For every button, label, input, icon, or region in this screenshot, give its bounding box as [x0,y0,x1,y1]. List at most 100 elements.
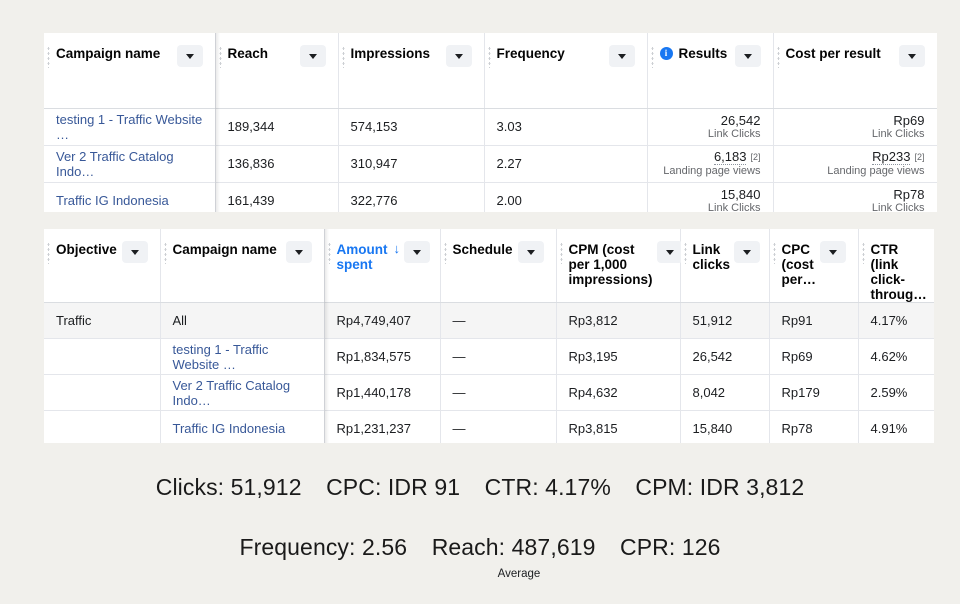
cell-campaign-name[interactable]: Ver 2 Traffic Catalog Indo… [44,145,216,183]
campaign-link[interactable]: Ver 2 Traffic Catalog Indo… [56,149,174,179]
column-header-label: Schedule [452,242,513,257]
column-menu-button[interactable] [734,241,761,263]
results-label: Landing page views [663,165,761,177]
campaign-performance-grid: Campaign name Reach Impressions Frequenc… [44,33,937,212]
cell-results: 6,183 [2] Landing page views [647,145,774,183]
drag-grip-icon[interactable] [341,46,345,68]
campaign-link[interactable]: Traffic IG Indonesia [173,421,286,436]
column-header-cpm[interactable]: CPM (cost per 1,000 impressions) [556,229,683,303]
column-menu-button[interactable] [734,45,761,67]
cost-per-result-label: Link Clicks [871,127,925,140]
drag-grip-icon[interactable] [861,242,865,264]
column-menu-button[interactable] [285,241,312,263]
column-menu-button[interactable] [608,45,635,67]
column-header-frequency[interactable]: Frequency [484,33,648,109]
table-row[interactable]: Ver 2 Traffic Catalog Indo… Rp1,440,178 … [44,374,934,411]
cell-schedule: — [440,374,557,411]
column-header-label: Campaign name [172,242,277,257]
campaign-breakdown-table[interactable]: Objective Campaign name Amount spent ↓ S… [44,229,934,443]
column-header-cost-per-result[interactable]: Cost per result [773,33,937,109]
cell-cpc: Rp91 [769,302,859,339]
column-menu-button[interactable] [404,241,430,263]
cell-objective [44,338,161,375]
column-header-link-clicks[interactable]: Link clicks [680,229,770,303]
column-menu-button[interactable] [898,45,925,67]
drag-grip-icon[interactable] [163,242,167,264]
cell-campaign-name[interactable]: testing 1 - Traffic Website … [44,108,216,146]
chevron-down-icon [185,53,194,59]
chevron-down-icon [130,249,139,255]
drag-grip-icon[interactable] [559,242,563,264]
column-header-impressions[interactable]: Impressions [338,33,485,109]
column-menu-button[interactable] [121,241,148,263]
cell-impressions: 574,153 [338,108,485,146]
column-menu-button[interactable] [299,45,326,67]
drag-grip-icon[interactable] [683,242,687,264]
table-row[interactable]: Traffic IG Indonesia Rp1,231,237 — Rp3,8… [44,410,934,443]
chevron-down-icon [294,249,303,255]
campaign-link[interactable]: Ver 2 Traffic Catalog Indo… [173,378,291,408]
column-header-label: Objective [56,242,117,257]
chevron-down-icon [743,249,752,255]
summary-metrics-line-1: Clicks: 51,912 CPC: IDR 91 CTR: 4.17% CP… [0,474,960,501]
summary-row[interactable]: Traffic All Rp4,749,407 — Rp3,812 51,912… [44,302,934,339]
column-header-cpc[interactable]: CPC (cost per… [769,229,859,303]
chevron-down-icon [743,53,752,59]
campaign-performance-body: testing 1 - Traffic Website … 189,344 57… [44,108,937,212]
drag-grip-icon[interactable] [47,242,50,264]
column-menu-button[interactable] [517,241,544,263]
column-header-ctr[interactable]: CTR (link click-throug… [858,229,934,303]
info-icon[interactable]: i [659,47,673,60]
results-value: 6,183 [713,149,747,165]
column-header-reach[interactable]: Reach [215,33,339,109]
cell-cpm: Rp3,812 [556,302,681,339]
results-label: Link Clicks [707,127,761,140]
campaign-link[interactable]: testing 1 - Traffic Website … [173,342,269,372]
column-header-campaign-name[interactable]: Campaign name [44,33,216,109]
column-header-label: Cost per result [785,46,881,61]
cost-per-result-value: Rp233 [872,149,911,165]
table-row[interactable]: Traffic IG Indonesia 161,439 322,776 2.0… [44,182,937,212]
drag-grip-icon[interactable] [772,242,776,264]
table-row[interactable]: testing 1 - Traffic Website … Rp1,834,57… [44,338,934,375]
drag-grip-icon[interactable] [487,46,491,68]
cell-impressions: 322,776 [338,182,485,212]
column-menu-button[interactable] [176,45,203,67]
column-menu-button[interactable] [656,241,683,263]
cell-campaign-name[interactable]: testing 1 - Traffic Website … [160,338,325,375]
summary-metric-cpm: CPM: IDR 3,812 [635,474,805,500]
summary-metric-clicks: Clicks: 51,912 [155,474,302,500]
cost-per-result-label: Link Clicks [871,201,925,213]
column-header-amount-spent[interactable]: Amount spent ↓ [324,229,441,303]
drag-grip-icon[interactable] [47,46,50,68]
sort-descending-icon[interactable]: ↓ [394,242,401,256]
drag-grip-icon[interactable] [443,242,447,264]
campaign-link[interactable]: Traffic IG Indonesia [56,193,169,208]
column-menu-button[interactable] [820,241,847,263]
cell-campaign-name[interactable]: Traffic IG Indonesia [160,410,325,443]
cell-campaign-name[interactable]: Traffic IG Indonesia [44,182,216,212]
campaign-performance-table[interactable]: Campaign name Reach Impressions Frequenc… [44,33,937,212]
drag-grip-icon[interactable] [650,46,654,68]
cell-amount-spent: Rp4,749,407 [324,302,441,339]
drag-grip-icon[interactable] [327,242,331,264]
drag-grip-icon[interactable] [218,46,222,68]
cell-amount-spent: Rp1,834,575 [324,338,441,375]
cell-campaign-name[interactable]: Ver 2 Traffic Catalog Indo… [160,374,325,411]
column-header-campaign-name[interactable]: Campaign name [160,229,325,303]
cell-link-clicks: 51,912 [680,302,770,339]
column-header-results[interactable]: i Results [647,33,774,109]
campaign-link[interactable]: testing 1 - Traffic Website … [56,112,202,142]
summary-metric-cpc: CPC: IDR 91 [326,474,461,500]
table-row[interactable]: Ver 2 Traffic Catalog Indo… 136,836 310,… [44,145,937,183]
summary-metric-ctr: CTR: 4.17% [484,474,611,500]
cell-impressions: 310,947 [338,145,485,183]
drag-grip-icon[interactable] [776,46,780,68]
column-menu-button[interactable] [445,45,472,67]
cell-reach: 161,439 [215,182,339,212]
column-header-objective[interactable]: Objective [44,229,161,303]
column-header-schedule[interactable]: Schedule [440,229,557,303]
cell-ctr: 4.17% [858,302,934,339]
table-row[interactable]: testing 1 - Traffic Website … 189,344 57… [44,108,937,146]
campaign-breakdown-grid: Objective Campaign name Amount spent ↓ S… [44,229,934,443]
